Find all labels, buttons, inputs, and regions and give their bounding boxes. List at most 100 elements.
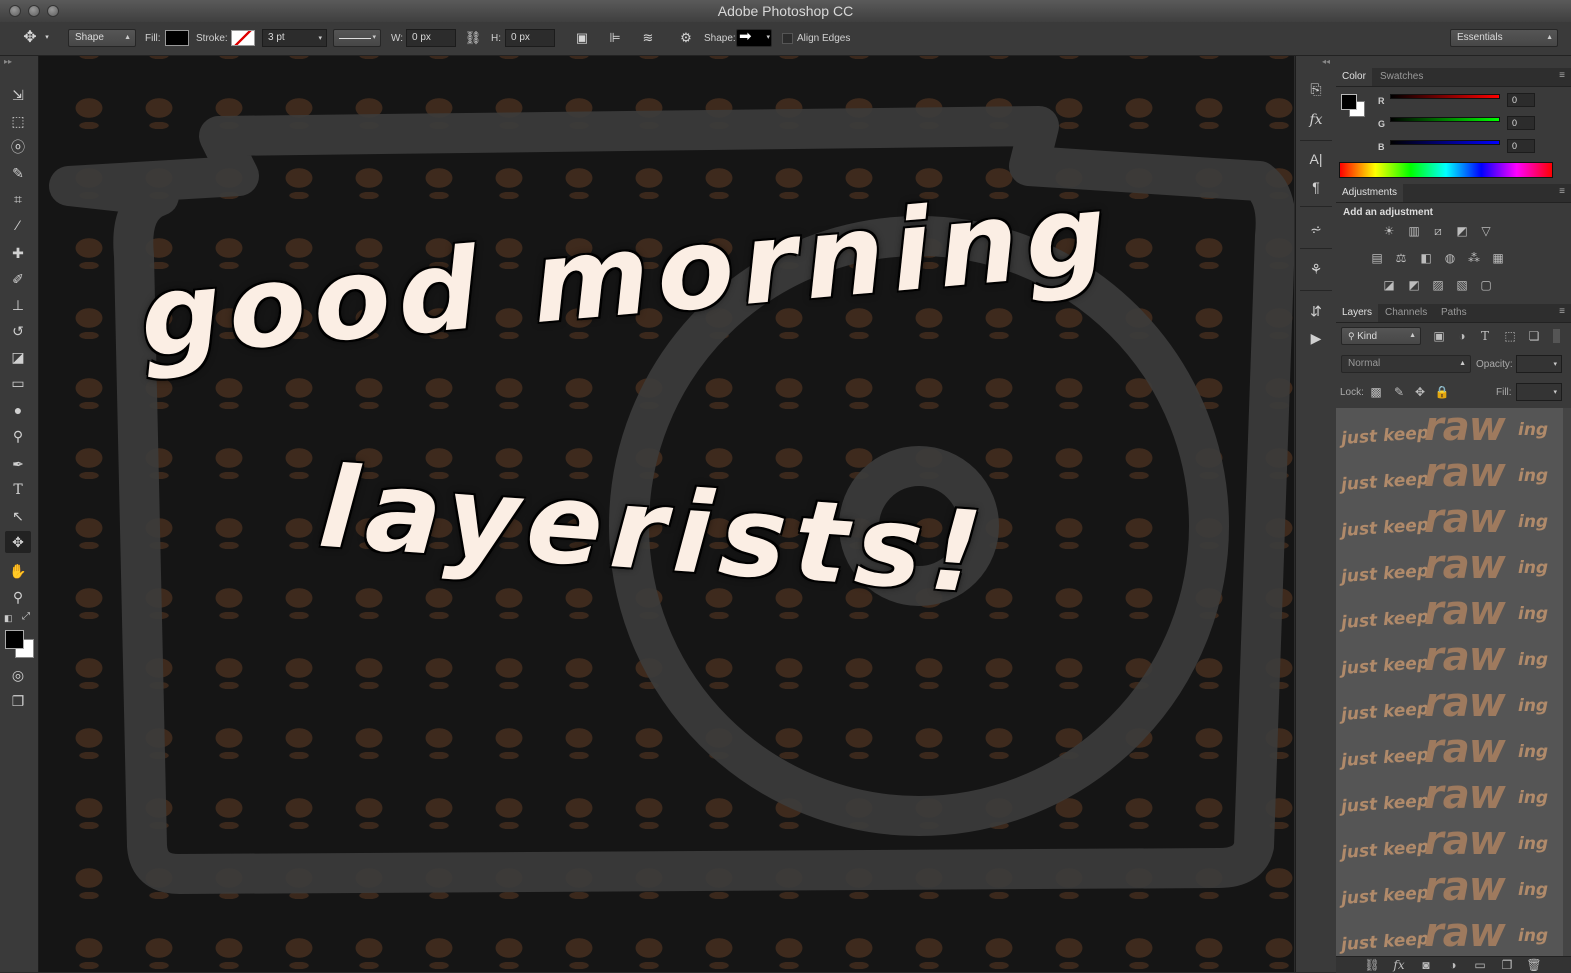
- delete-layer-icon[interactable]: 🗑: [1526, 957, 1542, 973]
- lasso-tool-icon[interactable]: ⓞ: [5, 136, 31, 158]
- tab-channels[interactable]: Channels: [1379, 304, 1433, 322]
- clone-stamp-tool-icon[interactable]: ⊥: [5, 294, 31, 316]
- stroke-swatch[interactable]: [231, 30, 255, 46]
- adjustments-panel-menu-icon[interactable]: ≡: [1559, 186, 1565, 197]
- collapse-dock-icon[interactable]: ◂◂: [1322, 57, 1330, 66]
- add-layer-style-icon[interactable]: fx: [1391, 957, 1407, 973]
- custom-shape-tool-icon[interactable]: ✥: [20, 28, 40, 48]
- red-value[interactable]: 0: [1507, 93, 1535, 107]
- quick-mask-icon[interactable]: ◎: [5, 664, 31, 686]
- invert-icon[interactable]: ◪: [1381, 277, 1397, 293]
- move-tool-icon[interactable]: ⇲: [5, 84, 31, 106]
- gear-icon[interactable]: ⚙: [676, 28, 696, 48]
- layer-thumbnail[interactable]: just keep raw ing: [1336, 868, 1571, 914]
- layer-thumbnail[interactable]: just keep raw ing: [1336, 408, 1571, 454]
- green-value[interactable]: 0: [1507, 116, 1535, 130]
- blue-value[interactable]: 0: [1507, 139, 1535, 153]
- filter-shape-layers-icon[interactable]: ⬚: [1502, 328, 1518, 344]
- color-foreground-swatch[interactable]: [1341, 94, 1357, 110]
- fill-swatch[interactable]: [165, 30, 189, 46]
- brightness-contrast-icon[interactable]: ☀: [1381, 223, 1397, 239]
- path-selection-tool-icon[interactable]: ↖: [5, 505, 31, 527]
- layer-thumbnail[interactable]: just keep raw ing: [1336, 684, 1571, 730]
- levels-icon[interactable]: ▥: [1406, 223, 1422, 239]
- filter-toggle[interactable]: [1553, 329, 1560, 343]
- gradient-tool-icon[interactable]: ▭: [5, 372, 31, 394]
- brush-presets-icon[interactable]: ⚘: [1305, 258, 1327, 280]
- hand-tool-icon[interactable]: ✋: [5, 560, 31, 582]
- layer-filter-kind-select[interactable]: ⚲ Kind ▲: [1341, 327, 1421, 345]
- fx-styles-icon[interactable]: fx: [1305, 109, 1327, 131]
- filter-type-layers-icon[interactable]: T: [1477, 328, 1493, 344]
- workspace-select[interactable]: Essentials ▲: [1450, 29, 1558, 47]
- color-lookup-icon[interactable]: ▦: [1490, 250, 1506, 266]
- link-icon[interactable]: ⛓: [463, 28, 483, 48]
- tab-adjustments[interactable]: Adjustments: [1336, 184, 1404, 202]
- layer-fill-field[interactable]: ▾: [1516, 383, 1562, 401]
- add-mask-icon[interactable]: ◙: [1418, 957, 1434, 973]
- history-panel-icon[interactable]: ⎘: [1305, 78, 1327, 100]
- selective-color-icon[interactable]: ▢: [1478, 277, 1494, 293]
- color-panel-menu-icon[interactable]: ≡: [1559, 70, 1565, 81]
- lock-transparent-pixels-icon[interactable]: ▩: [1368, 384, 1384, 400]
- lock-position-icon[interactable]: ✥: [1412, 384, 1428, 400]
- blue-slider[interactable]: [1390, 140, 1500, 145]
- brush-settings-icon[interactable]: ⩫: [1305, 218, 1327, 240]
- posterize-icon[interactable]: ◩: [1406, 277, 1422, 293]
- path-alignment-icon[interactable]: ⊫: [605, 28, 625, 48]
- curves-icon[interactable]: ⧄: [1430, 223, 1446, 239]
- stroke-type-select[interactable]: ▾: [333, 29, 381, 47]
- layer-thumbnail[interactable]: just keep raw ing: [1336, 822, 1571, 868]
- screen-mode-icon[interactable]: ❐: [5, 690, 31, 712]
- layer-thumbnail[interactable]: just keep raw ing: [1336, 546, 1571, 592]
- exposure-icon[interactable]: ◩: [1454, 223, 1470, 239]
- marquee-tool-icon[interactable]: ⬚: [5, 110, 31, 132]
- hue-saturation-icon[interactable]: ▤: [1369, 250, 1385, 266]
- brush-tool-icon[interactable]: ✐: [5, 268, 31, 290]
- tool-mode-select[interactable]: Shape ▲: [68, 29, 136, 47]
- blend-mode-select[interactable]: Normal ▲: [1341, 355, 1471, 373]
- channel-mixer-icon[interactable]: ⁂: [1466, 250, 1482, 266]
- filter-smart-objects-icon[interactable]: ❏: [1526, 328, 1542, 344]
- align-edges-checkbox[interactable]: [782, 33, 793, 44]
- filter-adjustment-layers-icon[interactable]: ◑: [1454, 328, 1470, 344]
- custom-shape-tool-button[interactable]: ✥: [5, 531, 31, 553]
- gradient-map-icon[interactable]: ▧: [1454, 277, 1470, 293]
- black-white-icon[interactable]: ◧: [1418, 250, 1434, 266]
- filter-pixel-layers-icon[interactable]: ▣: [1431, 328, 1447, 344]
- photo-filter-icon[interactable]: ◍: [1442, 250, 1458, 266]
- quick-selection-tool-icon[interactable]: ✎: [5, 162, 31, 184]
- height-field[interactable]: 0 px: [505, 29, 555, 47]
- default-colors-icon[interactable]: ◧: [4, 613, 13, 624]
- foreground-color-swatch[interactable]: [5, 630, 24, 649]
- width-field[interactable]: 0 px: [406, 29, 456, 47]
- layer-thumbnail[interactable]: just keep raw ing: [1336, 776, 1571, 822]
- lock-image-pixels-icon[interactable]: ✎: [1391, 384, 1407, 400]
- character-panel-icon[interactable]: A|: [1305, 148, 1327, 170]
- zoom-tool-icon[interactable]: ⚲: [5, 586, 31, 608]
- type-tool-icon[interactable]: T: [5, 479, 31, 501]
- layer-thumbnail[interactable]: just keep raw ing: [1336, 914, 1571, 956]
- healing-brush-tool-icon[interactable]: ✚: [5, 242, 31, 264]
- eyedropper-tool-icon[interactable]: ⁄: [5, 214, 31, 236]
- new-layer-icon[interactable]: ❐: [1499, 957, 1515, 973]
- tab-paths[interactable]: Paths: [1435, 304, 1473, 322]
- color-balance-icon[interactable]: ⚖: [1393, 250, 1409, 266]
- tab-color[interactable]: Color: [1336, 68, 1372, 86]
- new-adjustment-layer-icon[interactable]: ◑: [1445, 957, 1461, 973]
- layers-panel-menu-icon[interactable]: ≡: [1559, 306, 1565, 317]
- layers-list[interactable]: just keep raw ing just keep raw ing just kee…: [1336, 408, 1571, 956]
- layer-thumbnail[interactable]: just keep raw ing: [1336, 454, 1571, 500]
- path-operations-icon[interactable]: ▣: [572, 28, 592, 48]
- stroke-width-field[interactable]: 3 pt ▾: [262, 29, 327, 47]
- shape-picker[interactable]: ➡ ▾: [736, 29, 772, 47]
- green-slider[interactable]: [1390, 117, 1500, 122]
- layer-thumbnail[interactable]: just keep raw ing: [1336, 730, 1571, 776]
- document-canvas[interactable]: good morning layerists!: [39, 56, 1294, 972]
- collapse-tools-icon[interactable]: ▸▸: [4, 57, 12, 66]
- vibrance-icon[interactable]: ▽: [1478, 223, 1494, 239]
- link-layers-icon[interactable]: ⛓: [1364, 957, 1380, 973]
- tab-layers[interactable]: Layers: [1336, 304, 1379, 322]
- tool-preset-chevron-icon[interactable]: ▾: [42, 28, 52, 48]
- new-group-icon[interactable]: ▭: [1472, 957, 1488, 973]
